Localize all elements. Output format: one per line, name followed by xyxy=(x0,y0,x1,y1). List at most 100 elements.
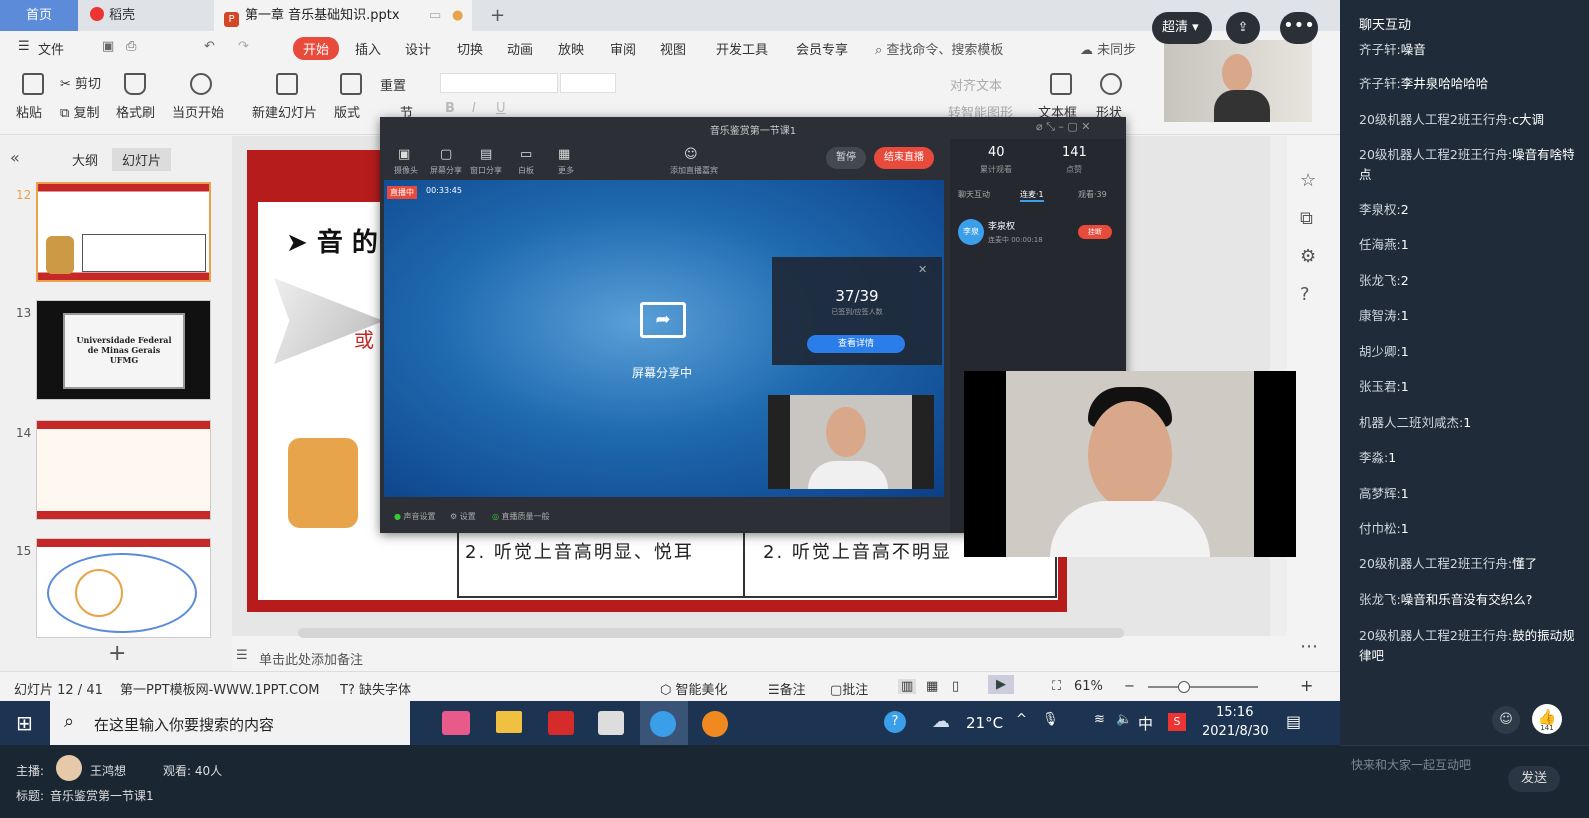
menu-insert[interactable]: 插入 xyxy=(355,39,381,58)
menu-view[interactable]: 视图 xyxy=(660,39,686,58)
textbox-icon[interactable] xyxy=(1050,73,1072,95)
windows-start-icon[interactable]: ⊞ xyxy=(16,711,33,735)
taskbar-search-box[interactable]: ⌕ 在这里输入你要搜索的内容 xyxy=(50,701,410,745)
chat-username[interactable]: 任海燕: xyxy=(1359,237,1401,252)
quality-selector[interactable]: 超清 ▾ xyxy=(1152,12,1212,44)
settings-button[interactable]: ⚙ 设置 xyxy=(450,511,476,522)
play-icon[interactable] xyxy=(190,73,212,95)
add-slide-icon[interactable]: + xyxy=(108,641,126,666)
tool-whiteboard[interactable]: 白板 xyxy=(518,165,534,176)
microphone-icon[interactable]: 🎙 xyxy=(1042,712,1059,727)
more-options-icon[interactable]: ••• xyxy=(1280,12,1318,44)
menu-file[interactable]: 文件 xyxy=(38,39,64,58)
chat-input[interactable]: 快来和大家一起互动吧 xyxy=(1351,756,1471,773)
new-slide-icon[interactable] xyxy=(276,73,298,95)
tab-home[interactable]: 首页 xyxy=(0,0,78,31)
new-tab-button[interactable]: + xyxy=(480,0,505,31)
shape-icon[interactable] xyxy=(1100,73,1122,95)
more-grid-icon[interactable]: ▦ xyxy=(558,147,570,162)
send-button[interactable]: 发送 xyxy=(1508,766,1560,792)
sogou-ime-icon[interactable]: S xyxy=(1168,713,1186,731)
more-icon[interactable]: ⋯ xyxy=(1300,636,1318,657)
new-slide-button[interactable]: 新建幻灯片 xyxy=(252,102,317,121)
bold-icon[interactable]: B xyxy=(445,101,455,116)
file-explorer-icon[interactable] xyxy=(496,711,522,733)
underline-icon[interactable]: U xyxy=(496,101,506,116)
star-icon[interactable]: ☆ xyxy=(1300,170,1316,191)
menu-start[interactable]: 开始 xyxy=(293,37,340,60)
chat-username[interactable]: 机器人二班刘咸杰: xyxy=(1359,415,1463,430)
paste-icon[interactable] xyxy=(22,73,44,95)
align-text-button[interactable]: 对齐文本 xyxy=(950,75,1002,94)
layout-icon[interactable] xyxy=(340,73,362,95)
add-guest-icon[interactable]: ☺ xyxy=(684,147,698,162)
save-icon[interactable]: ▣ xyxy=(102,39,114,54)
chat-username[interactable]: 20级机器人工程2班王行舟: xyxy=(1359,147,1512,162)
menu-review[interactable]: 审阅 xyxy=(610,39,636,58)
cut-button[interactable]: ✂ 剪切 xyxy=(60,73,101,92)
clock-time[interactable]: 15:16 xyxy=(1216,705,1253,720)
duplicate-icon[interactable]: ⧉ xyxy=(1300,208,1313,229)
slide-thumbnail-15[interactable] xyxy=(36,538,211,638)
fit-icon[interactable]: ⛶ xyxy=(1052,679,1061,694)
menu-design[interactable]: 设计 xyxy=(405,39,431,58)
tray-chevron-icon[interactable]: ^ xyxy=(1016,712,1027,727)
notification-icon[interactable]: ▤ xyxy=(1286,712,1301,731)
tab-document[interactable]: P 第一章 音乐基础知识.pptx ▭ ● xyxy=(214,0,472,31)
print-icon[interactable]: ⎙ xyxy=(126,39,136,54)
hamburger-icon[interactable]: ☰ xyxy=(18,39,30,54)
chat-username[interactable]: 张龙飞: xyxy=(1359,273,1401,288)
copy-button[interactable]: ⧉ 复制 xyxy=(60,102,99,121)
chat-username[interactable]: 20级机器人工程2班王行舟: xyxy=(1359,556,1512,571)
panel-tab-viewers[interactable]: 观看·39 xyxy=(1078,189,1107,200)
share-icon[interactable]: ⇪ xyxy=(1226,12,1260,44)
volume-icon[interactable]: 🔈 xyxy=(1116,712,1132,727)
panel-tab-connect[interactable]: 连麦·1 xyxy=(1020,189,1044,202)
collapse-panel-icon[interactable]: « xyxy=(10,148,20,167)
camera-icon[interactable]: ▣ xyxy=(398,147,410,162)
live-app-icon[interactable] xyxy=(702,711,728,737)
outline-tab[interactable]: 大纲 xyxy=(72,150,98,169)
help-icon[interactable]: ? xyxy=(1300,284,1310,305)
tab-docer[interactable]: 稻壳 xyxy=(80,0,210,31)
normal-view-icon[interactable]: ▥ xyxy=(898,679,917,694)
italic-icon[interactable]: I xyxy=(472,101,476,116)
undo-icon[interactable]: ↶ xyxy=(204,39,215,54)
from-current-button[interactable]: 当页开始 xyxy=(172,102,224,121)
reading-view-icon[interactable]: ▯ xyxy=(952,679,959,694)
chat-username[interactable]: 齐子轩: xyxy=(1359,76,1401,91)
chat-username[interactable]: 张龙飞: xyxy=(1359,592,1401,607)
screen-share-icon[interactable]: ▢ xyxy=(440,147,452,162)
menu-animation[interactable]: 动画 xyxy=(507,39,533,58)
chat-username[interactable]: 胡少卿: xyxy=(1359,344,1401,359)
chat-username[interactable]: 李泉权: xyxy=(1359,202,1401,217)
end-live-button[interactable]: 结束直播 xyxy=(874,147,934,169)
input-language[interactable]: 中 xyxy=(1138,713,1153,734)
piano-app-icon[interactable] xyxy=(598,711,624,735)
settings-slider-icon[interactable]: ⚙ xyxy=(1300,246,1316,267)
tool-window-share[interactable]: 窗口分享 xyxy=(470,165,502,176)
zoom-in-icon[interactable]: + xyxy=(1300,676,1313,695)
redo-icon[interactable]: ↷ xyxy=(238,39,249,54)
slide-thumbnail-12[interactable] xyxy=(36,182,211,282)
dingtalk-icon[interactable] xyxy=(650,711,676,737)
font-family-select[interactable] xyxy=(440,73,558,93)
window-controls[interactable]: ⌀ ⤡ – ▢ ✕ xyxy=(1036,120,1091,134)
chat-username[interactable]: 康智涛: xyxy=(1359,308,1401,323)
host-name[interactable]: 王鸿想 xyxy=(90,762,126,779)
window-share-icon[interactable]: ▤ xyxy=(480,147,492,162)
whiteboard-icon[interactable]: ▭ xyxy=(520,147,532,162)
wps-icon[interactable] xyxy=(548,711,574,735)
menu-slideshow[interactable]: 放映 xyxy=(558,39,584,58)
chat-username[interactable]: 张玉君: xyxy=(1359,379,1401,394)
add-guest-button[interactable]: 添加直播嘉宾 xyxy=(670,165,718,176)
weather-temp[interactable]: 21°C xyxy=(966,714,1003,732)
chat-username[interactable]: 付巾松: xyxy=(1359,521,1401,536)
window-icon[interactable]: ▭ xyxy=(429,0,441,31)
command-search[interactable]: ⌕ 查找命令、搜索模板 xyxy=(875,39,1003,58)
tool-camera[interactable]: 摄像头 xyxy=(394,165,418,176)
hangup-button[interactable]: 挂断 xyxy=(1078,225,1112,239)
zoom-out-icon[interactable]: − xyxy=(1124,679,1135,694)
zoom-level[interactable]: 61% xyxy=(1074,679,1103,694)
pause-button[interactable]: 暂停 xyxy=(826,147,866,169)
